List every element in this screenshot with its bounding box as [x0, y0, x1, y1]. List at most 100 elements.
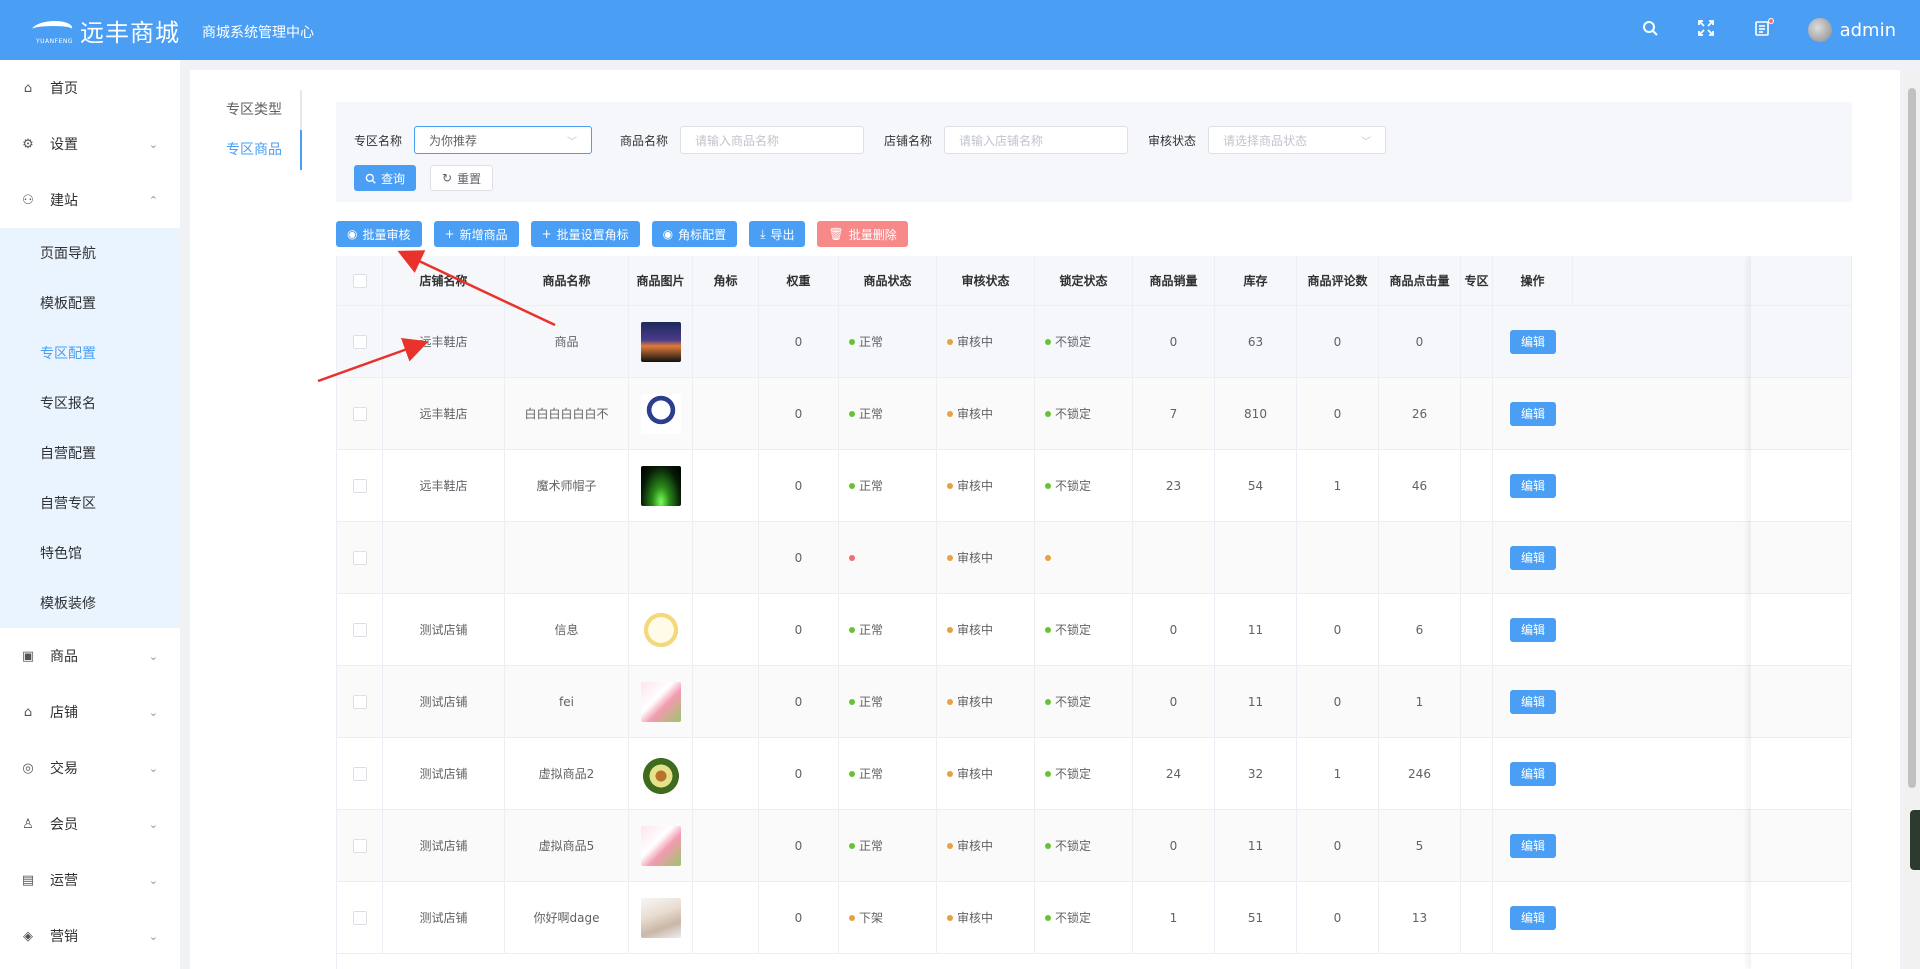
notification-icon[interactable]	[1752, 17, 1774, 41]
corner-cell	[693, 738, 759, 809]
table-row[interactable]: 测试店铺 你好啊dage 0 下架 审核中 不锁定 1 51 0 13 编辑	[337, 882, 1851, 954]
product-image[interactable]	[640, 753, 681, 794]
product-image[interactable]	[640, 321, 681, 362]
column-header: 商品名称	[505, 256, 629, 305]
operation-menu-item[interactable]: ▤ 运营 ⌄	[0, 852, 180, 908]
store-name-input[interactable]: 请输入店铺名称	[944, 126, 1129, 154]
user-menu[interactable]: admin	[1807, 18, 1896, 42]
side-widget[interactable]	[1910, 810, 1920, 870]
table-row[interactable]: 测试店铺 虚拟商品2 0 正常 审核中 不锁定 24 32 1 246 编辑	[337, 738, 1851, 810]
row-checkbox[interactable]	[352, 766, 367, 781]
chevron-down-icon: ⌄	[148, 705, 158, 719]
status-dot	[947, 626, 953, 633]
row-checkbox[interactable]	[352, 550, 367, 565]
trade-menu-item[interactable]: ◎ 交易 ⌄	[0, 740, 180, 796]
goods-menu-item[interactable]: ▣ 商品 ⌄	[0, 628, 180, 684]
weight-cell: 0	[759, 522, 839, 593]
column-header: 商品点击量	[1379, 256, 1461, 305]
tab-zone-type[interactable]: 专区类型	[222, 90, 300, 130]
audit-status: 审核中	[947, 909, 993, 926]
gear-menu-item[interactable]: ⚙ 设置 ⌄	[0, 116, 180, 172]
row-checkbox[interactable]	[352, 334, 367, 349]
status-dot	[947, 770, 953, 777]
edit-button[interactable]: 编辑	[1510, 689, 1556, 714]
chevron-down-icon: ﹀	[567, 136, 578, 148]
chevron-down-icon: ⌄	[148, 929, 158, 943]
table-row[interactable]: 0 审核中 编辑	[337, 522, 1851, 594]
column-header[interactable]	[337, 256, 383, 305]
table-row[interactable]: 远丰鞋店 商品 0 正常 审核中 不锁定 0 63 0 0 编辑	[337, 306, 1851, 378]
search-button[interactable]: 查询	[354, 165, 417, 191]
search-icon[interactable]	[1640, 20, 1660, 41]
zone-cell	[1461, 522, 1493, 593]
edit-button[interactable]: 编辑	[1510, 761, 1556, 786]
edit-button[interactable]: 编辑	[1510, 833, 1556, 858]
audit-status-select[interactable]: 请选择商品状态 ﹀	[1208, 126, 1387, 154]
row-checkbox[interactable]	[352, 406, 367, 421]
product-image[interactable]	[640, 609, 681, 650]
sidebar-subitem[interactable]: 特色馆	[0, 528, 180, 578]
checkbox-cell	[337, 666, 383, 737]
table-row[interactable]: 测试店铺 信息 0 正常 审核中 不锁定 0 11 0 6 编辑	[337, 594, 1851, 666]
store-menu-item[interactable]: ⌂ 店铺 ⌄	[0, 684, 180, 740]
product-image[interactable]	[640, 393, 681, 434]
status-cell: 正常	[839, 378, 937, 449]
row-checkbox[interactable]	[352, 622, 367, 637]
corner-config-button[interactable]: ◉ 角标配置	[651, 221, 738, 247]
stock-cell: 11	[1215, 666, 1297, 737]
operation-cell: 编辑	[1493, 378, 1573, 449]
edit-button[interactable]: 编辑	[1510, 905, 1556, 930]
table-row[interactable]: 远丰鞋店 魔术师帽子 0 正常 审核中 不锁定 23 54 1 46 编辑	[337, 450, 1851, 522]
product-image[interactable]	[640, 825, 681, 866]
product-image[interactable]	[640, 897, 681, 938]
edit-button[interactable]: 编辑	[1510, 473, 1556, 498]
sidebar-subitem[interactable]: 页面导航	[0, 228, 180, 278]
goods-name-input[interactable]: 请输入商品名称	[680, 126, 865, 154]
status-dot	[849, 842, 855, 849]
tab-zone-goods[interactable]: 专区商品	[222, 130, 302, 170]
sidebar-subitem[interactable]: 自营专区	[0, 478, 180, 528]
reset-button[interactable]: ↻ 重置	[430, 165, 494, 191]
logo[interactable]: YUANFENG 远丰商城 商城系统管理中心	[29, 13, 314, 48]
export-button[interactable]: ⤓ 导出	[749, 221, 806, 247]
row-checkbox[interactable]	[352, 910, 367, 925]
sidebar-subitem[interactable]: 自营配置	[0, 428, 180, 478]
sidebar-subitem[interactable]: 专区报名	[0, 378, 180, 428]
table-row[interactable]: 测试店铺 fei 0 正常 审核中 不锁定 0 11 0 1 编辑	[337, 666, 1851, 738]
sidebar: ⌂ 首页 ⚙ 设置 ⌄ ⚇ 建站 ⌃ 页面导航 模板配置 专区配置 专区报名 自营配置 自营专区 特色馆模…	[0, 60, 180, 969]
add-goods-button[interactable]: + 新增商品	[433, 221, 519, 247]
batch-audit-button[interactable]: ◉ 批量审核	[336, 221, 422, 247]
corner-cell	[693, 810, 759, 881]
select-all-checkbox[interactable]	[352, 273, 367, 288]
edit-button[interactable]: 编辑	[1510, 401, 1556, 426]
sidebar-subitem[interactable]: 模板配置	[0, 278, 180, 328]
goods-table: 店铺名称 商品名称 商品图片 角标 权重 商品状态 审核状态 锁定状态 商品销量 库存 商品评论数商…	[336, 256, 1852, 969]
batch-corner-button[interactable]: + 批量设置角标	[530, 221, 640, 247]
page-scrollbar[interactable]	[1908, 88, 1916, 788]
edit-button[interactable]: 编辑	[1510, 617, 1556, 642]
edit-button[interactable]: 编辑	[1510, 545, 1556, 570]
table-row[interactable]: 测试店铺 虚拟商品5 0 正常 审核中 不锁定 0 11 0 5 编辑	[337, 810, 1851, 882]
status-dot	[849, 338, 855, 345]
sidebar-subitem[interactable]: 专区配置	[0, 328, 180, 378]
lock-status: 不锁定	[1045, 621, 1091, 638]
site-menu-item[interactable]: ⚇ 建站 ⌃	[0, 172, 180, 228]
batch-delete-button[interactable]: 🗑 批量删除	[817, 221, 908, 247]
row-checkbox[interactable]	[352, 694, 367, 709]
product-image[interactable]	[640, 465, 681, 506]
product-image[interactable]	[640, 681, 681, 722]
table-row[interactable]: 远丰鞋店 白白白白白白不 0 正常 审核中 不锁定 7 810 0 26 编辑	[337, 378, 1851, 450]
row-checkbox[interactable]	[352, 478, 367, 493]
member-menu-item[interactable]: ♙ 会员 ⌄	[0, 796, 180, 852]
checkbox-cell	[337, 306, 383, 377]
zone-select[interactable]: 为你推荐 ﹀	[414, 126, 593, 154]
audit-cell: 审核中	[937, 738, 1035, 809]
fullscreen-icon[interactable]	[1696, 19, 1716, 41]
zone-label: 专区名称	[354, 133, 403, 148]
name-cell: 信息	[505, 594, 629, 665]
sidebar-subitem[interactable]: 模板装修	[0, 578, 180, 628]
home-menu-item[interactable]: ⌂ 首页	[0, 60, 180, 116]
edit-button[interactable]: 编辑	[1510, 329, 1556, 354]
row-checkbox[interactable]	[352, 838, 367, 853]
marketing-menu-item[interactable]: ◈ 营销 ⌄	[0, 908, 180, 964]
